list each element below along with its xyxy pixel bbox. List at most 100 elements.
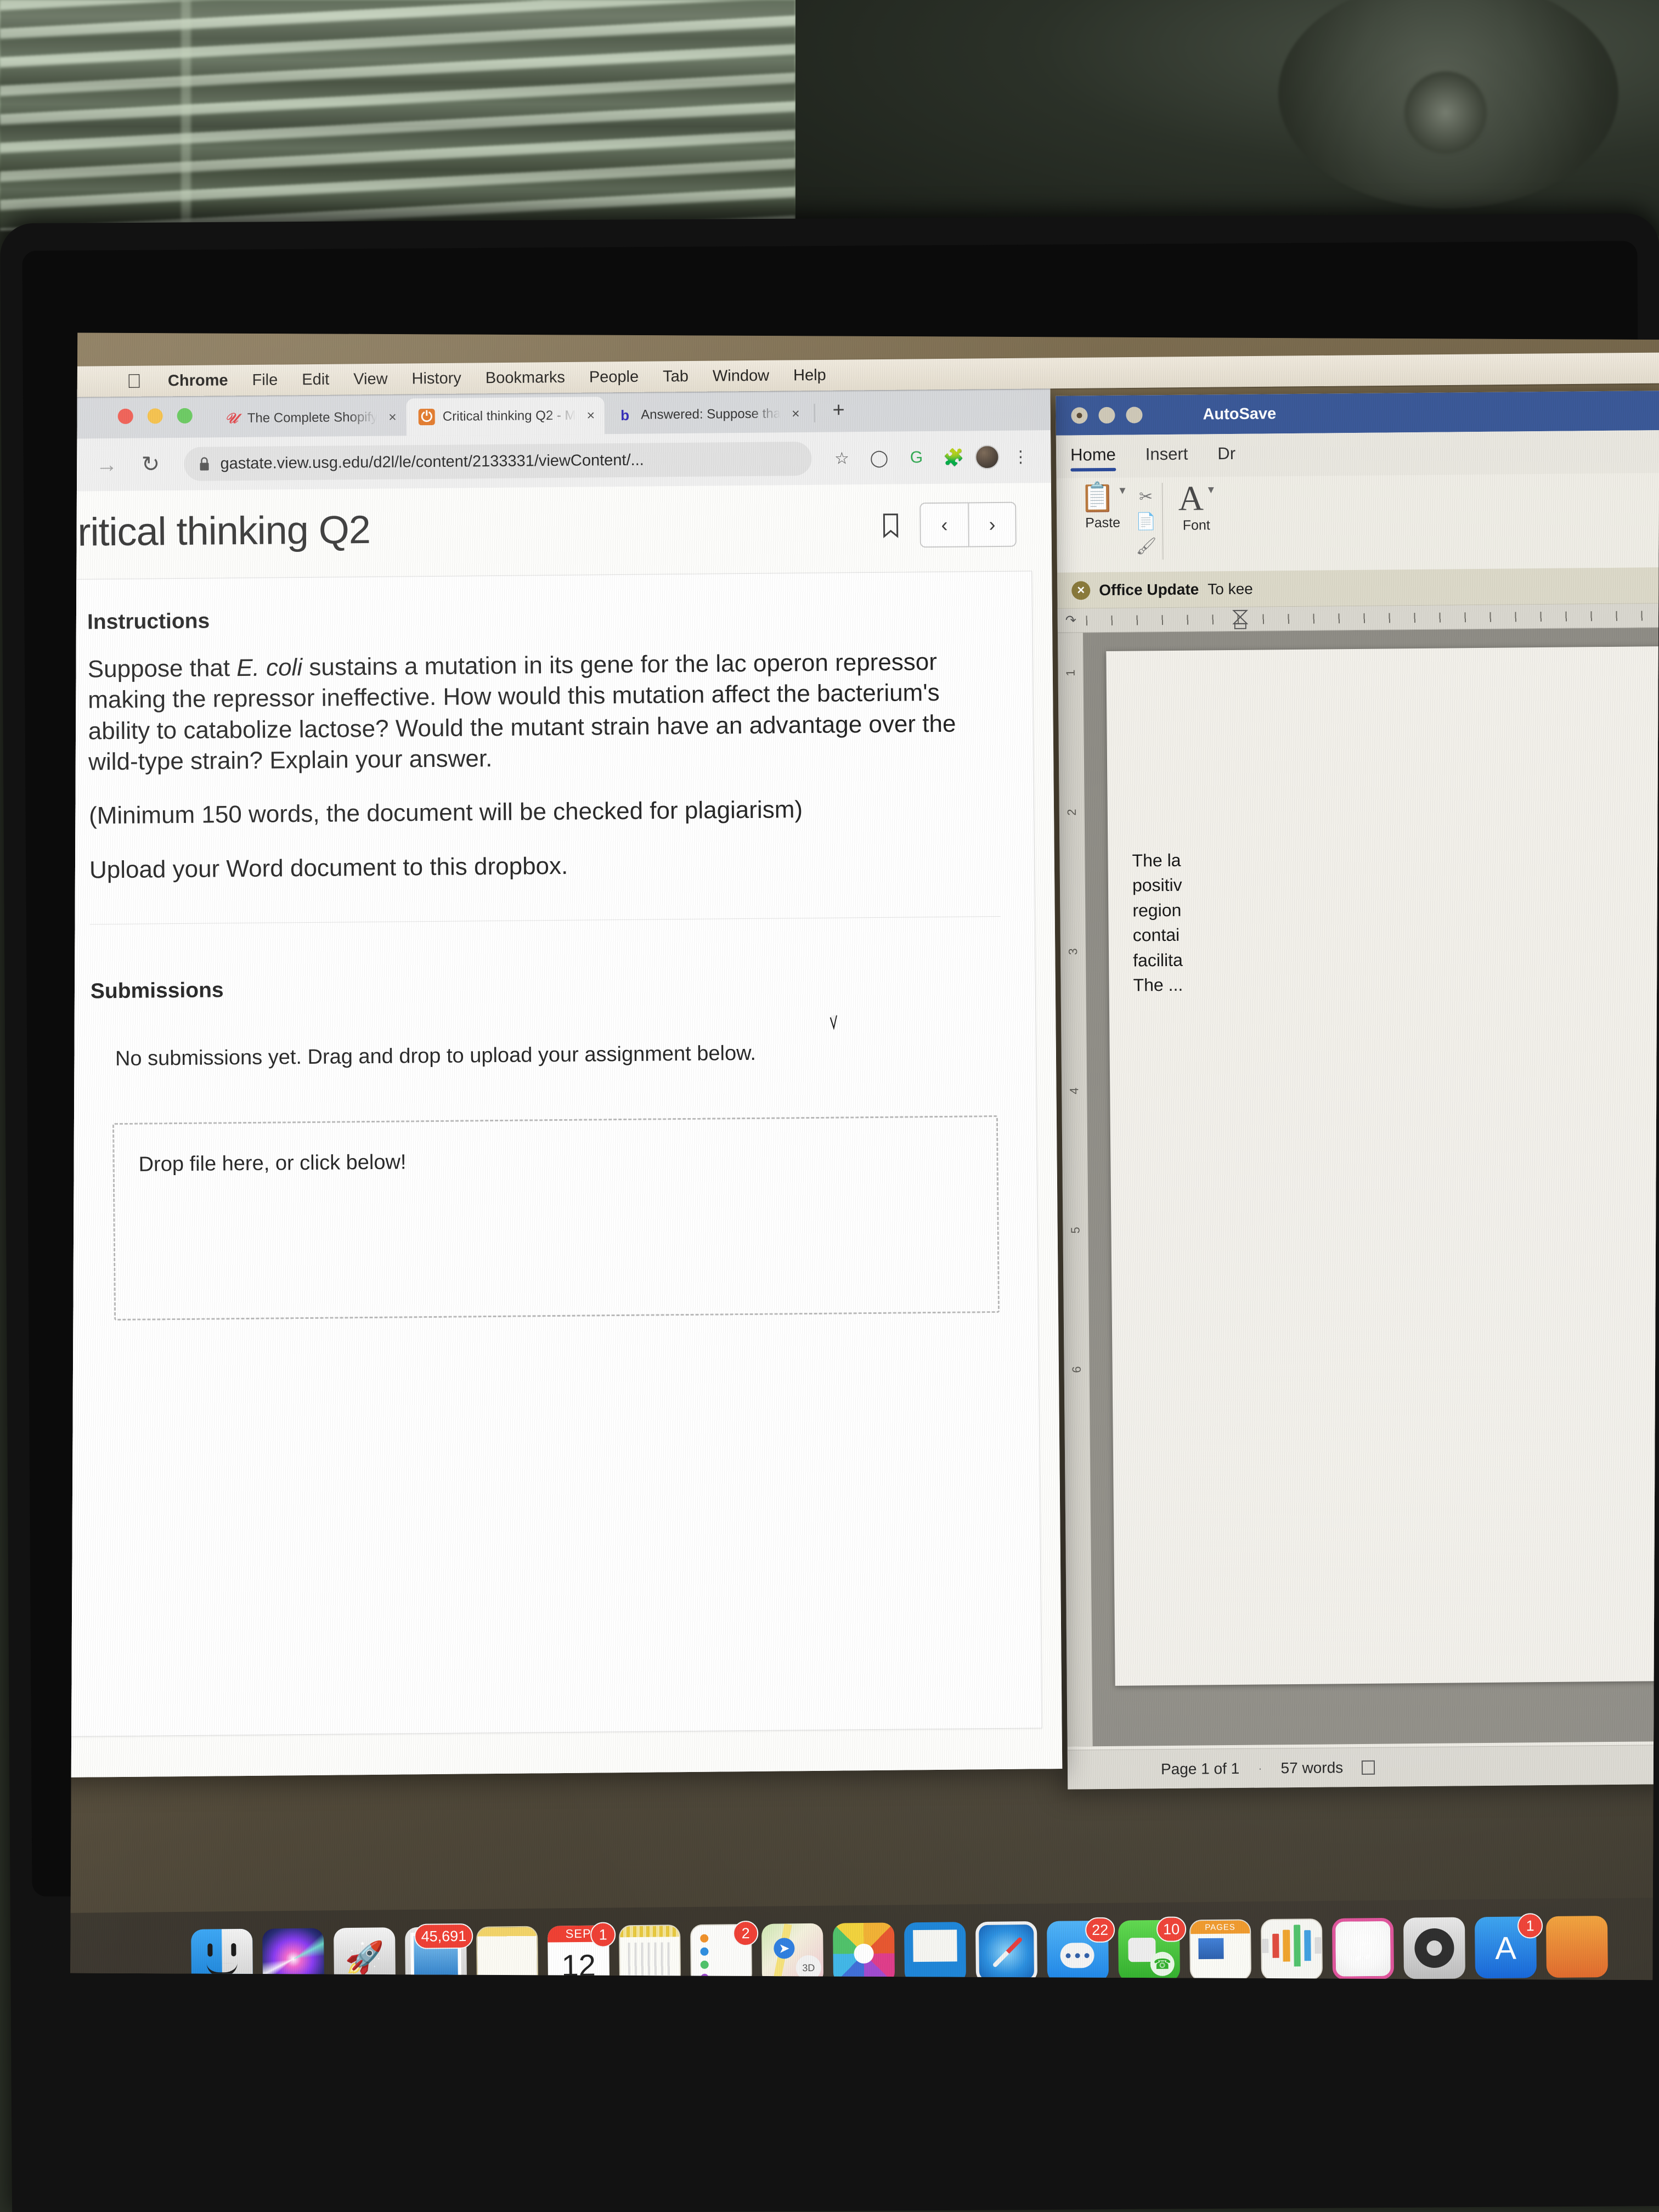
font-letter-icon: A [1178, 478, 1204, 518]
account-avatar[interactable] [975, 444, 1000, 470]
chevron-down-icon[interactable]: ▾ [1119, 483, 1125, 498]
kebab-menu-icon[interactable]: ⋮ [1005, 447, 1036, 467]
word-minimize-button[interactable] [1098, 407, 1115, 424]
browser-tab-bartleby[interactable]: b Answered: Suppose tha × [605, 395, 810, 434]
ruler-indent-marker[interactable] [1232, 610, 1249, 629]
menu-file[interactable]: File [240, 371, 290, 390]
close-window-button[interactable] [117, 408, 133, 424]
udemy-icon: 𝒰 [224, 410, 238, 427]
forward-button[interactable]: → [87, 452, 126, 477]
font-label: Font [1182, 517, 1210, 533]
view-mode-icon[interactable] [1362, 1760, 1375, 1775]
menu-view[interactable]: View [341, 370, 400, 388]
dock-item-notes[interactable] [476, 1926, 539, 1980]
extensions-puzzle-icon[interactable]: 🧩 [938, 447, 969, 468]
maximize-window-button[interactable] [177, 408, 193, 424]
close-icon[interactable]: × [1071, 580, 1091, 600]
tab-title: Answered: Suppose tha [641, 406, 781, 422]
word-ribbon: 📋 ▾ Paste ✂ 📄 🖌 A ▾ Font [1056, 472, 1659, 573]
ribbon-tab-insert[interactable]: Insert [1146, 444, 1188, 468]
menu-history[interactable]: History [399, 369, 473, 388]
laptop-chassis: AutoSave Home Insert Dr 📋 ▾ Paste ✂ 📄 🖌 … [0, 213, 1659, 2212]
browser-tab-shopify[interactable]: 𝒰 The Complete Shopify × [211, 398, 407, 437]
dock-item-extra[interactable] [1545, 1915, 1609, 1978]
dock-item-numbers[interactable] [1260, 1918, 1323, 1980]
previous-content-button[interactable]: ‹ [921, 503, 968, 546]
dock-item-keynote[interactable] [904, 1922, 967, 1980]
bookmark-star-icon[interactable]: ☆ [826, 449, 857, 469]
chevron-down-icon[interactable]: ▾ [1208, 482, 1214, 496]
instruction-paragraph-1: Suppose that E. coli sustains a mutation… [87, 648, 956, 776]
copy-icon[interactable]: 📄 [1136, 512, 1156, 531]
chrome-browser-window[interactable]: 𝒰 The Complete Shopify × ⏻ Critical thin… [70, 381, 1063, 1778]
dropzone-text: Drop file here, or click below! [138, 1150, 407, 1176]
assignment-card: Instructions Suppose that E. coli sustai… [70, 571, 1042, 1737]
dock-item-pages[interactable] [1189, 1919, 1252, 1980]
menu-people[interactable]: People [577, 368, 651, 386]
address-bar[interactable]: gastate.view.usg.edu/d2l/le/content/2133… [184, 441, 812, 481]
font-button[interactable]: A ▾ Font [1168, 478, 1224, 533]
menu-edit[interactable]: Edit [290, 370, 341, 389]
ribbon-tab-home[interactable]: Home [1070, 445, 1116, 469]
dock-item-finder[interactable] [191, 1928, 253, 1980]
music-note-icon: ♫ [1331, 1917, 1395, 1980]
menu-chrome[interactable]: Chrome [156, 371, 240, 390]
minimize-window-button[interactable] [147, 408, 163, 424]
dock-item-system-preferences[interactable] [1403, 1917, 1466, 1979]
word-document-body[interactable]: 1 2 3 4 5 6 The la positiv region contai… [1057, 627, 1659, 1747]
dock-item-app-store[interactable]: A 1 [1474, 1913, 1543, 1979]
instruction-paragraph-2: (Minimum 150 words, the document will be… [88, 796, 803, 830]
next-content-button[interactable]: › [968, 503, 1015, 546]
scissors-icon[interactable]: ✂ [1139, 487, 1153, 506]
file-dropzone[interactable]: Drop file here, or click below! [112, 1115, 1000, 1321]
profile-circle-icon[interactable]: ◯ [863, 448, 895, 468]
office-update-message: To kee [1207, 580, 1253, 597]
d2l-content-page: Critical thinking Q2 ‹ › Instructions Su… [70, 483, 1063, 1778]
word-zoom-button[interactable] [1126, 407, 1143, 424]
instructions-body: Suppose that E. coli sustains a mutation… [88, 646, 1001, 885]
paintbrush-icon[interactable]: 🖌 [1136, 537, 1156, 556]
dock-item-maps[interactable]: ➤ 3D [761, 1923, 824, 1980]
dock-item-messages[interactable]: 22 [1046, 1917, 1115, 1980]
dock-item-itunes[interactable]: ♫ [1331, 1917, 1395, 1980]
apple-icon[interactable]:  [127, 370, 156, 392]
tab-title: Critical thinking Q2 - M [442, 408, 576, 424]
menu-tab[interactable]: Tab [651, 367, 701, 386]
microsoft-word-window[interactable]: AutoSave Home Insert Dr 📋 ▾ Paste ✂ 📄 🖌 … [1056, 390, 1659, 1790]
menu-help[interactable]: Help [781, 366, 838, 385]
blind-vertical-slat [181, 0, 191, 230]
dock-item-launchpad[interactable]: 🚀 [334, 1927, 396, 1980]
menu-bookmarks[interactable]: Bookmarks [473, 368, 577, 387]
dock-item-contacts[interactable] [619, 1925, 681, 1980]
dock-item-mail[interactable]: 45,691 [405, 1923, 473, 1980]
bookmark-icon[interactable] [881, 513, 900, 538]
badge-count: 1 [590, 1922, 616, 1948]
new-tab-button[interactable]: + [819, 398, 858, 432]
ribbon-tab-draw[interactable]: Dr [1217, 444, 1235, 467]
laptop-screen: AutoSave Home Insert Dr 📋 ▾ Paste ✂ 📄 🖌 … [70, 332, 1659, 1980]
dock-item-reminders[interactable]: 2 [690, 1920, 759, 1980]
window-traffic-lights [70, 408, 211, 439]
badge-count: 10 [1156, 1916, 1187, 1942]
grammarly-icon[interactable]: G [900, 448, 932, 467]
menu-window[interactable]: Window [701, 366, 781, 385]
close-icon[interactable]: × [788, 406, 803, 422]
office-update-title: Office Update [1099, 580, 1199, 599]
close-icon[interactable]: × [583, 408, 598, 424]
browser-tab-critical-thinking[interactable]: ⏻ Critical thinking Q2 - M × [406, 397, 605, 436]
dock-item-facetime[interactable]: ☎ 10 [1118, 1916, 1187, 1980]
dock-item-photos[interactable] [833, 1922, 895, 1980]
close-icon[interactable]: × [385, 409, 400, 425]
ruler-ticks [1086, 610, 1659, 625]
paste-button[interactable]: 📋 ▾ Paste [1070, 482, 1136, 531]
word-page[interactable]: The la positiv region contai facilita Th… [1106, 646, 1659, 1686]
reload-button[interactable]: ↻ [131, 452, 170, 477]
rocket-icon: 🚀 [334, 1927, 396, 1980]
word-close-button[interactable] [1071, 407, 1088, 424]
dock-item-siri[interactable] [262, 1928, 325, 1980]
dock-item-safari[interactable] [975, 1921, 1038, 1980]
dock-item-calendar[interactable]: SEP 12 1 [548, 1922, 616, 1980]
section-divider [89, 916, 1001, 925]
autosave-label[interactable]: AutoSave [1203, 405, 1276, 424]
badge-count: 2 [732, 1920, 759, 1946]
